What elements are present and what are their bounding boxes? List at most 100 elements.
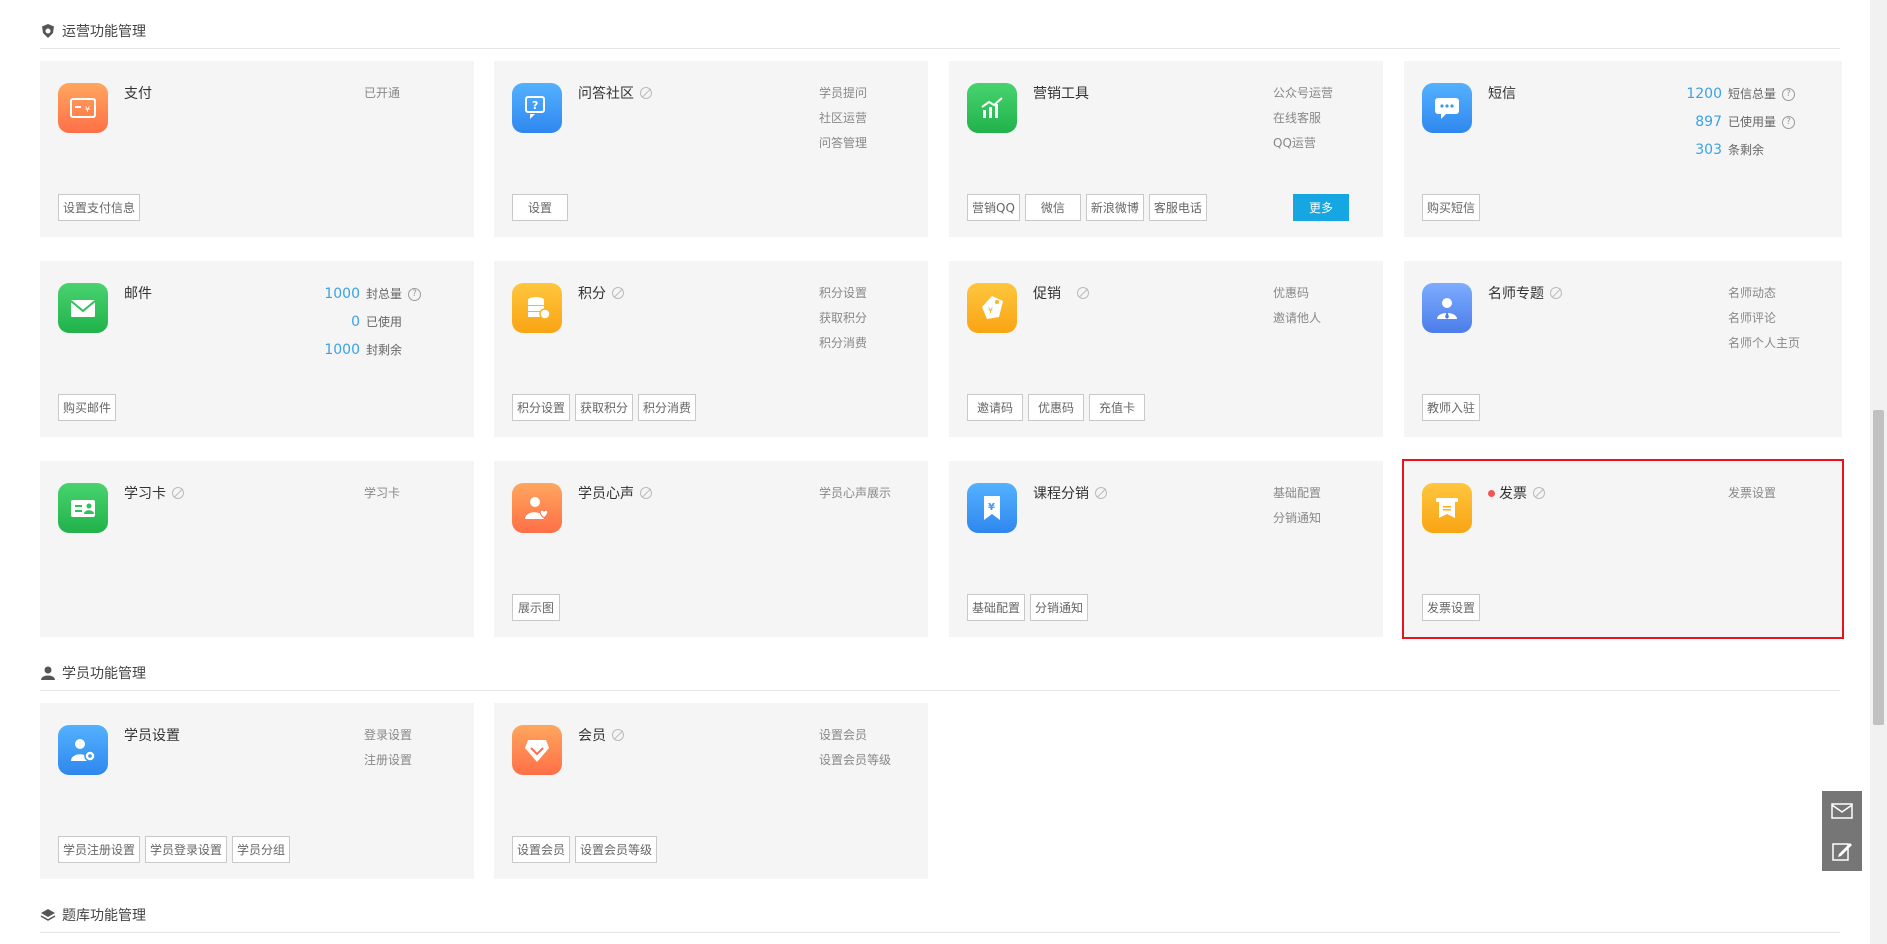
weibo-button[interactable]: 新浪微博	[1085, 194, 1144, 221]
link-item[interactable]: 邀请他人	[1273, 306, 1321, 331]
link-item[interactable]: 积分消费	[819, 331, 867, 356]
stat-value: 897	[1695, 114, 1722, 130]
link-item[interactable]: 公众号运营	[1273, 81, 1333, 106]
card-title: 支付	[124, 86, 152, 102]
showcase-image-button[interactable]: 展示图	[512, 594, 560, 621]
link-item[interactable]: 注册设置	[364, 748, 412, 773]
card-buttons: 教师入驻	[1422, 394, 1481, 421]
card-marketing: 营销工具 公众号运营 在线客服 QQ运营 营销QQ 微信 新浪微博 客服电话 更…	[949, 61, 1383, 237]
qa-bubble-icon: ?	[512, 83, 562, 133]
stat-label: 已使用量	[1728, 115, 1777, 129]
set-payment-button[interactable]: 设置支付信息	[58, 194, 141, 221]
basic-config-button[interactable]: 基础配置	[967, 594, 1026, 621]
svg-text:?: ?	[532, 99, 538, 112]
link-item[interactable]: 名师个人主页	[1728, 331, 1800, 356]
link-item[interactable]: 名师评论	[1728, 306, 1800, 331]
link-item[interactable]: 发票设置	[1728, 481, 1776, 506]
link-item[interactable]: 名师动态	[1728, 281, 1800, 306]
edit-icon[interactable]	[1822, 831, 1862, 871]
section-title: 学员功能管理	[62, 666, 146, 682]
scrollbar[interactable]	[1870, 0, 1887, 944]
stat-label: 封剩余	[366, 343, 403, 357]
envelope-icon	[58, 283, 108, 333]
link-status: 已开通	[364, 86, 401, 100]
mail-icon[interactable]	[1822, 791, 1862, 831]
stat-value: 1200	[1686, 86, 1722, 102]
distribution-notice-button[interactable]: 分销通知	[1030, 594, 1089, 621]
link-item[interactable]: 分销通知	[1273, 506, 1321, 531]
invoice-icon	[1422, 483, 1472, 533]
card-links: 发票设置	[1728, 481, 1776, 506]
card-email: 邮件 1000 封总量? 0 已使用 1000 封剩余 购买邮件	[40, 261, 474, 437]
card-links: 设置会员 设置会员等级	[819, 723, 891, 773]
help-icon[interactable]: ?	[1782, 87, 1796, 101]
points-spend-button[interactable]: 积分消费	[638, 394, 697, 421]
stat-value: 1000	[324, 286, 360, 302]
member-badge-icon	[512, 725, 562, 775]
buy-sms-button[interactable]: 购买短信	[1422, 194, 1481, 221]
disabled-icon	[1550, 287, 1562, 299]
help-icon[interactable]: ?	[408, 287, 422, 301]
buy-email-button[interactable]: 购买邮件	[58, 394, 117, 421]
divider	[40, 48, 1840, 49]
disabled-icon	[1077, 287, 1089, 299]
card-distribution: ¥ 课程分销 基础配置 分销通知 基础配置 分销通知	[949, 461, 1383, 637]
coins-stack-icon	[512, 283, 562, 333]
card-title: 积分	[578, 283, 624, 303]
section-question-bank: 题库功能管理	[40, 904, 146, 926]
invite-code-button[interactable]: 邀请码	[967, 394, 1023, 421]
layers-icon	[40, 907, 56, 923]
link-item[interactable]: 设置会员等级	[819, 748, 891, 773]
disabled-icon	[612, 287, 624, 299]
card-title: 促销	[1033, 283, 1089, 303]
link-item[interactable]: 在线客服	[1273, 106, 1333, 131]
card-links: 名师动态 名师评论 名师个人主页	[1728, 281, 1800, 356]
link-item[interactable]: 优惠码	[1273, 281, 1321, 306]
link-item[interactable]: 获取积分	[819, 306, 867, 331]
card-links: 基础配置 分销通知	[1273, 481, 1321, 531]
set-member-button[interactable]: 设置会员	[512, 836, 571, 863]
student-group-button[interactable]: 学员分组	[232, 836, 291, 863]
link-item[interactable]: 问答管理	[819, 131, 867, 156]
link-item[interactable]: QQ运营	[1273, 131, 1333, 156]
link-item[interactable]: 学员提问	[819, 81, 867, 106]
link-item[interactable]: 积分设置	[819, 281, 867, 306]
card-sms: 短信 1200 短信总量? 897 已使用量? 303 条剩余 购买短信	[1404, 61, 1842, 237]
card-voice: 学员心声 学员心声展示 展示图	[494, 461, 928, 637]
link-item[interactable]: 设置会员	[819, 723, 891, 748]
card-links: 公众号运营 在线客服 QQ运营	[1273, 81, 1333, 156]
set-member-level-button[interactable]: 设置会员等级	[575, 836, 658, 863]
link-item[interactable]: 登录设置	[364, 723, 412, 748]
service-phone-button[interactable]: 客服电话	[1148, 194, 1207, 221]
link-item[interactable]: 基础配置	[1273, 481, 1321, 506]
settings-button[interactable]: 设置	[512, 194, 568, 221]
earn-points-button[interactable]: 获取积分	[575, 394, 634, 421]
student-login-settings-button[interactable]: 学员登录设置	[145, 836, 228, 863]
card-buttons: 发票设置	[1422, 594, 1481, 621]
points-settings-button[interactable]: 积分设置	[512, 394, 571, 421]
link-item[interactable]: 学员心声展示	[819, 481, 891, 506]
shield-icon	[40, 23, 56, 39]
page: 运营功能管理 ¥ 支付 已开通 设置支付信息 ? 问答社区 学员提问 社区运营 …	[0, 0, 1887, 944]
invoice-settings-button[interactable]: 发票设置	[1422, 594, 1481, 621]
marketing-qq-button[interactable]: 营销QQ	[967, 194, 1020, 221]
svg-text:¥: ¥	[988, 306, 993, 315]
coupon-button[interactable]: 优惠码	[1028, 394, 1084, 421]
help-icon[interactable]: ?	[1782, 115, 1796, 129]
link-item[interactable]: 社区运营	[819, 106, 867, 131]
stat-label: 已使用	[366, 315, 403, 329]
payment-card-icon: ¥	[58, 83, 108, 133]
scrollbar-thumb[interactable]	[1873, 410, 1884, 725]
stat-value: 1000	[324, 342, 360, 358]
svg-text:¥: ¥	[85, 105, 90, 114]
card-buttons: 设置支付信息	[58, 194, 141, 221]
student-register-settings-button[interactable]: 学员注册设置	[58, 836, 141, 863]
stat-value: 0	[351, 314, 360, 330]
teacher-join-button[interactable]: 教师入驻	[1422, 394, 1481, 421]
more-button[interactable]: 更多	[1293, 194, 1349, 221]
section-title: 题库功能管理	[62, 908, 146, 924]
link-item[interactable]: 学习卡	[364, 481, 400, 506]
recharge-card-button[interactable]: 充值卡	[1089, 394, 1145, 421]
disabled-icon	[1095, 487, 1107, 499]
wechat-button[interactable]: 微信	[1024, 194, 1081, 221]
